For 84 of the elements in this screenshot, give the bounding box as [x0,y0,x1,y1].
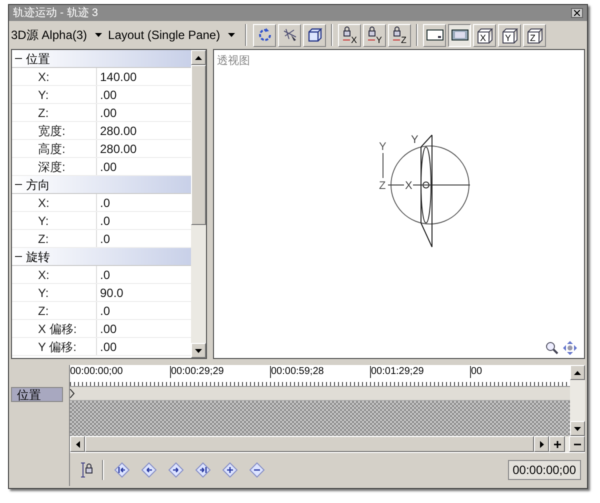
zoom-in-button[interactable] [549,436,565,452]
property-label: Z: [12,104,97,121]
window-title: 轨迹运动 - 轨迹 3 [13,6,98,20]
ruler-label: 00:01:29;29 [370,366,470,378]
section-header[interactable]: 位置 [12,50,191,68]
property-value: .0 [99,195,110,211]
viewport[interactable]: 透视图 Y Y Z X [213,49,585,359]
property-value: .00 [99,159,117,175]
ruler-label: 00:00:00;00 [70,366,124,378]
frame-icon [450,27,470,43]
keyframe-marker-icon [70,389,75,398]
property-label: Z: [12,302,97,319]
property-label: X: [12,194,97,211]
time-field[interactable]: 00:00:00;00 [508,460,581,480]
property-value: 280.00 [99,123,137,139]
down-arrow-icon [195,348,202,352]
collapse-icon [15,181,22,188]
keyframe-first-icon [113,460,131,478]
track-item[interactable]: 位置 [11,387,63,402]
property-label: X: [12,266,97,283]
section-title: 方向 [26,176,50,194]
down-arrow-icon [574,426,581,430]
keyframe-last-icon [194,460,212,478]
property-label: Y: [12,86,97,103]
keyframe-button[interactable] [167,460,185,478]
section-header[interactable]: 旋转 [12,248,191,266]
up-arrow-icon [574,370,581,374]
property-label: Z: [12,230,97,247]
right-arrow-icon [540,440,544,448]
zoom-out-button[interactable] [569,436,585,452]
zoom-icon[interactable] [545,341,559,355]
caret-icon [95,33,102,37]
ruler-label: 00:00:59;28 [270,366,370,378]
property-label: 高度: [12,140,97,157]
left-arrow-icon [76,440,80,448]
keyframe-button[interactable] [194,460,212,478]
ruler-label: 00:00:29;29 [170,366,270,378]
plus-icon [554,440,560,448]
property-label: 深度: [12,158,97,175]
property-value: .0 [99,213,110,229]
property-value: .00 [99,321,117,337]
close-button[interactable] [571,8,583,18]
collapse-icon [15,55,22,62]
property-value: .00 [99,105,117,121]
scrollbar[interactable] [191,50,206,358]
viewport-label: 透视图 [217,54,250,69]
section-title: 旋转 [26,248,50,266]
caret-icon [228,33,236,37]
property-value: .0 [99,267,110,283]
property-label: 宽度: [12,122,97,139]
pan-icon[interactable] [563,341,577,355]
property-value: .00 [99,339,117,355]
property-value: 280.00 [99,141,137,157]
property-value: 140.00 [99,69,137,85]
keyframe-next-icon [167,460,185,478]
property-label: Y 偏移: [12,338,97,355]
section-header[interactable]: 方向 [12,176,191,194]
cube-icon [306,26,324,44]
section-title: 位置 [26,50,50,68]
property-label: X: [12,68,97,85]
keyframe-button[interactable] [140,460,158,478]
source-dropdown[interactable]: 3D源 Alpha(3) [11,26,106,44]
scrollbar[interactable] [570,365,585,436]
layout-dropdown[interactable]: Layout (Single Pane) [108,26,240,44]
keyframe-remove-icon [248,460,266,478]
property-value: .00 [99,87,117,103]
keyframe-button[interactable] [113,460,131,478]
keyframe-add-icon [221,460,239,478]
property-label: Y: [12,212,97,229]
collapse-icon [15,253,22,260]
property-label: X 偏移: [12,320,97,337]
time-ruler[interactable]: 00:00:00;00 00:00:29;29 00:00:59;28 00:01:29;29 00 [70,365,570,387]
toolbar-button[interactable] [448,24,472,46]
close-icon [574,10,580,16]
property-value: .0 [99,231,110,247]
frame-icon [424,27,445,43]
keyframe-track[interactable] [70,387,570,401]
property-label: Y: [12,284,97,301]
up-arrow-icon [195,56,202,60]
keyframe-prev-icon [140,460,158,478]
property-value: 90.0 [99,285,124,301]
keyframe-button[interactable] [221,460,239,478]
scrollbar[interactable] [70,436,549,452]
property-value: .0 [99,303,110,319]
